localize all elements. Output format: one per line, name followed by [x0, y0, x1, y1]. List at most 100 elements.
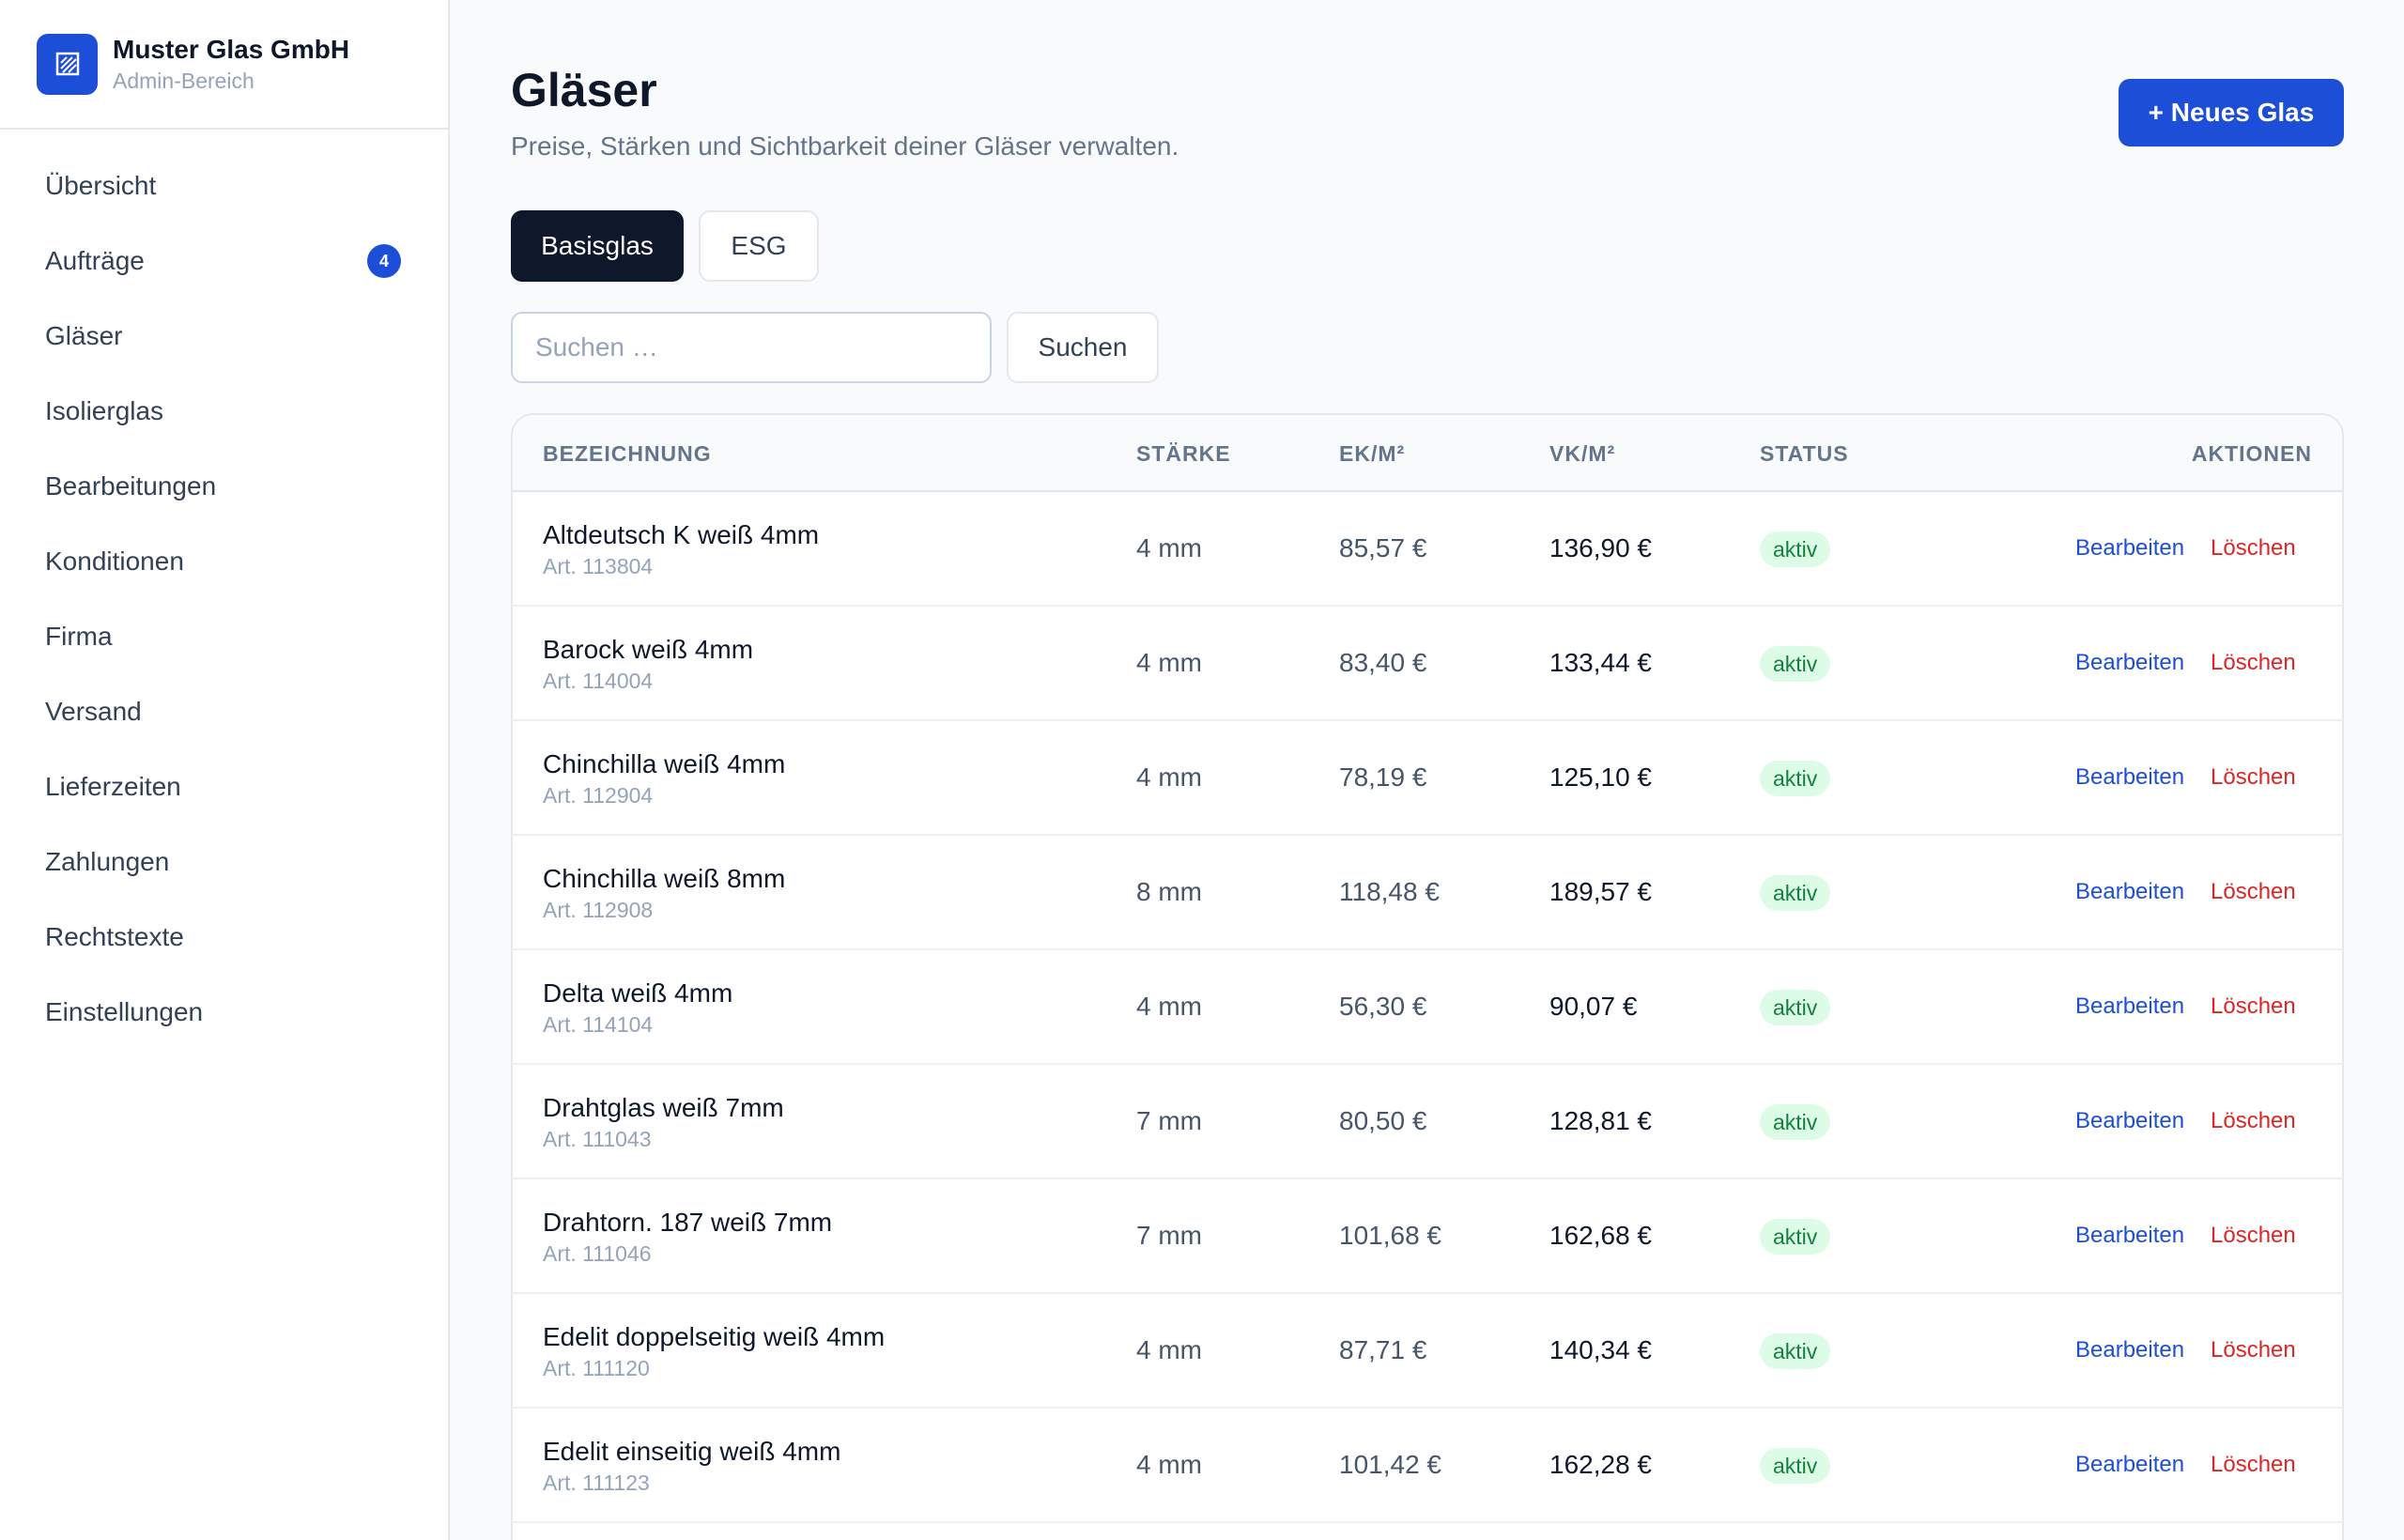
glass-name: Chinchilla weiß 8mm — [543, 864, 786, 893]
sidebar-item-label: Zahlungen — [45, 847, 170, 876]
article-number: Art. 114004 — [543, 669, 654, 693]
status-badge: aktiv — [1760, 761, 1831, 796]
sidebar-item-einstellungen[interactable]: Einstellungen — [0, 975, 448, 1050]
vk-price: 125,10 € — [1549, 762, 1652, 792]
delete-link[interactable]: Löschen — [2211, 721, 2296, 834]
edit-link[interactable]: Bearbeiten — [2075, 1294, 2184, 1407]
edit-link[interactable]: Bearbeiten — [2075, 492, 2184, 605]
delete-link[interactable]: Löschen — [2211, 492, 2296, 605]
sidebar-item-label: Übersicht — [45, 171, 157, 200]
delete-link[interactable]: Löschen — [2211, 1179, 2296, 1292]
table-row: Chinchilla weiß 8mm Art. 112908 8 mm 118,… — [513, 836, 2342, 950]
edit-link[interactable]: Bearbeiten — [2075, 950, 2184, 1063]
table-row: Barock weiß 4mm Art. 114004 4 mm 83,40 € … — [513, 607, 2342, 721]
sidebar-item-lieferzeiten[interactable]: Lieferzeiten — [0, 749, 448, 824]
status-badge: aktiv — [1760, 1333, 1831, 1369]
article-number: Art. 112904 — [543, 783, 654, 808]
ek-price: 80,50 € — [1339, 1106, 1427, 1135]
sidebar-item-label: Rechtstexte — [45, 922, 184, 951]
delete-link[interactable]: Löschen — [2211, 607, 2296, 719]
thickness-value: 4 mm — [1136, 1335, 1202, 1364]
delete-link[interactable]: Löschen — [2211, 1294, 2296, 1407]
delete-link[interactable]: Löschen — [2211, 1409, 2296, 1521]
sidebar-item-label: Firma — [45, 622, 113, 651]
tab-basisglas[interactable]: Basisglas — [511, 210, 684, 282]
sidebar-item-label: Gläser — [45, 321, 123, 350]
article-number: Art. 111120 — [543, 1356, 650, 1380]
sidebar-item-glaeser[interactable]: Gläser — [0, 299, 448, 374]
column-header-vk[interactable]: VK/M² — [1549, 415, 1615, 492]
edit-link[interactable]: Bearbeiten — [2075, 836, 2184, 948]
edit-link[interactable]: Bearbeiten — [2075, 1409, 2184, 1521]
vk-price: 140,34 € — [1549, 1335, 1652, 1364]
glass-name: Altdeutsch K weiß 4mm — [543, 520, 820, 549]
sidebar-item-label: Einstellungen — [45, 997, 204, 1026]
vk-price: 136,90 € — [1549, 533, 1652, 562]
status-badge: aktiv — [1760, 1219, 1831, 1255]
sidebar-item-label: Isolierglas — [45, 396, 164, 425]
delete-link[interactable]: Löschen — [2211, 950, 2296, 1063]
edit-link[interactable]: Bearbeiten — [2075, 1065, 2184, 1178]
tab-esg[interactable]: ESG — [699, 210, 819, 282]
search-input[interactable] — [511, 312, 992, 383]
edit-link[interactable]: Bearbeiten — [2075, 607, 2184, 719]
vk-price: 162,28 € — [1549, 1450, 1652, 1479]
page-title: Gläser — [511, 64, 657, 116]
thickness-value: 7 mm — [1136, 1106, 1202, 1135]
table-row: Chinchilla weiß 4mm Art. 112904 4 mm 78,1… — [513, 721, 2342, 836]
article-number: Art. 114104 — [543, 1012, 654, 1037]
glass-name: Chinchilla weiß 4mm — [543, 749, 786, 778]
ek-price: 83,40 € — [1339, 648, 1427, 677]
vk-price: 162,68 € — [1549, 1221, 1652, 1250]
thickness-value: 4 mm — [1136, 648, 1202, 677]
delete-link[interactable]: Löschen — [2211, 836, 2296, 948]
status-badge: aktiv — [1760, 646, 1831, 682]
delete-link[interactable]: Löschen — [2211, 1065, 2296, 1178]
sidebar-item-isolierglas[interactable]: Isolierglas — [0, 374, 448, 449]
thickness-value: 8 mm — [1136, 877, 1202, 906]
ek-price: 118,48 € — [1339, 877, 1440, 906]
column-header-thickness[interactable]: STÄRKE — [1136, 415, 1231, 492]
brand-name: Muster Glas GmbH — [113, 35, 350, 64]
status-badge: aktiv — [1760, 1448, 1831, 1484]
article-number: Art. 111046 — [543, 1241, 652, 1266]
column-header-status[interactable]: STATUS — [1760, 415, 1849, 492]
sidebar-item-rechtstexte[interactable]: Rechtstexte — [0, 900, 448, 975]
sidebar-item-auftraege[interactable]: Aufträge 4 — [0, 223, 448, 299]
sidebar-item-versand[interactable]: Versand — [0, 674, 448, 749]
table-row: Altdeutsch K weiß 4mm Art. 113804 4 mm 85… — [513, 492, 2342, 607]
status-badge: aktiv — [1760, 531, 1831, 567]
glass-name: Drahtglas weiß 7mm — [543, 1093, 784, 1122]
column-header-actions: AKTIONEN — [2191, 441, 2312, 466]
glass-name: Edelit doppelseitig weiß 4mm — [543, 1322, 886, 1351]
sidebar-item-label: Bearbeitungen — [45, 471, 217, 500]
status-badge: aktiv — [1760, 1104, 1831, 1140]
sidebar-item-konditionen[interactable]: Konditionen — [0, 524, 448, 599]
thickness-value: 4 mm — [1136, 992, 1202, 1021]
sidebar-item-label: Lieferzeiten — [45, 772, 181, 801]
thickness-value: 4 mm — [1136, 762, 1202, 792]
table-header: BEZEICHNUNG STÄRKE EK/M² VK/M² STATUS AK… — [513, 415, 2342, 492]
brand: Muster Glas GmbH Admin-Bereich — [0, 0, 448, 130]
column-header-ek[interactable]: EK/M² — [1339, 415, 1405, 492]
search-button[interactable]: Suchen — [1007, 312, 1159, 383]
thickness-value: 4 mm — [1136, 533, 1202, 562]
edit-link[interactable]: Bearbeiten — [2075, 1179, 2184, 1292]
sidebar-item-uebersicht[interactable]: Übersicht — [0, 148, 448, 223]
article-number: Art. 112908 — [543, 898, 654, 922]
sidebar-item-label: Aufträge — [45, 246, 145, 275]
table-row: Drahtorn. 187 weiß 7mm Art. 111046 7 mm 1… — [513, 1179, 2342, 1294]
column-header-name[interactable]: BEZEICHNUNG — [543, 415, 712, 492]
edit-link[interactable]: Bearbeiten — [2075, 721, 2184, 834]
sidebar: Muster Glas GmbH Admin-Bereich Übersicht… — [0, 0, 450, 1540]
sidebar-item-zahlungen[interactable]: Zahlungen — [0, 824, 448, 900]
table-row: Delta weiß 4mm Art. 114104 4 mm 56,30 € 9… — [513, 950, 2342, 1065]
new-glass-button[interactable]: + Neues Glas — [2119, 79, 2344, 146]
ek-price: 101,68 € — [1339, 1221, 1441, 1250]
sidebar-item-bearbeitungen[interactable]: Bearbeitungen — [0, 449, 448, 524]
brand-subtitle: Admin-Bereich — [113, 69, 254, 93]
glass-name: Edelit einseitig weiß 4mm — [543, 1437, 841, 1466]
article-number: Art. 111043 — [543, 1127, 652, 1151]
status-badge: aktiv — [1760, 990, 1831, 1025]
sidebar-item-firma[interactable]: Firma — [0, 599, 448, 674]
